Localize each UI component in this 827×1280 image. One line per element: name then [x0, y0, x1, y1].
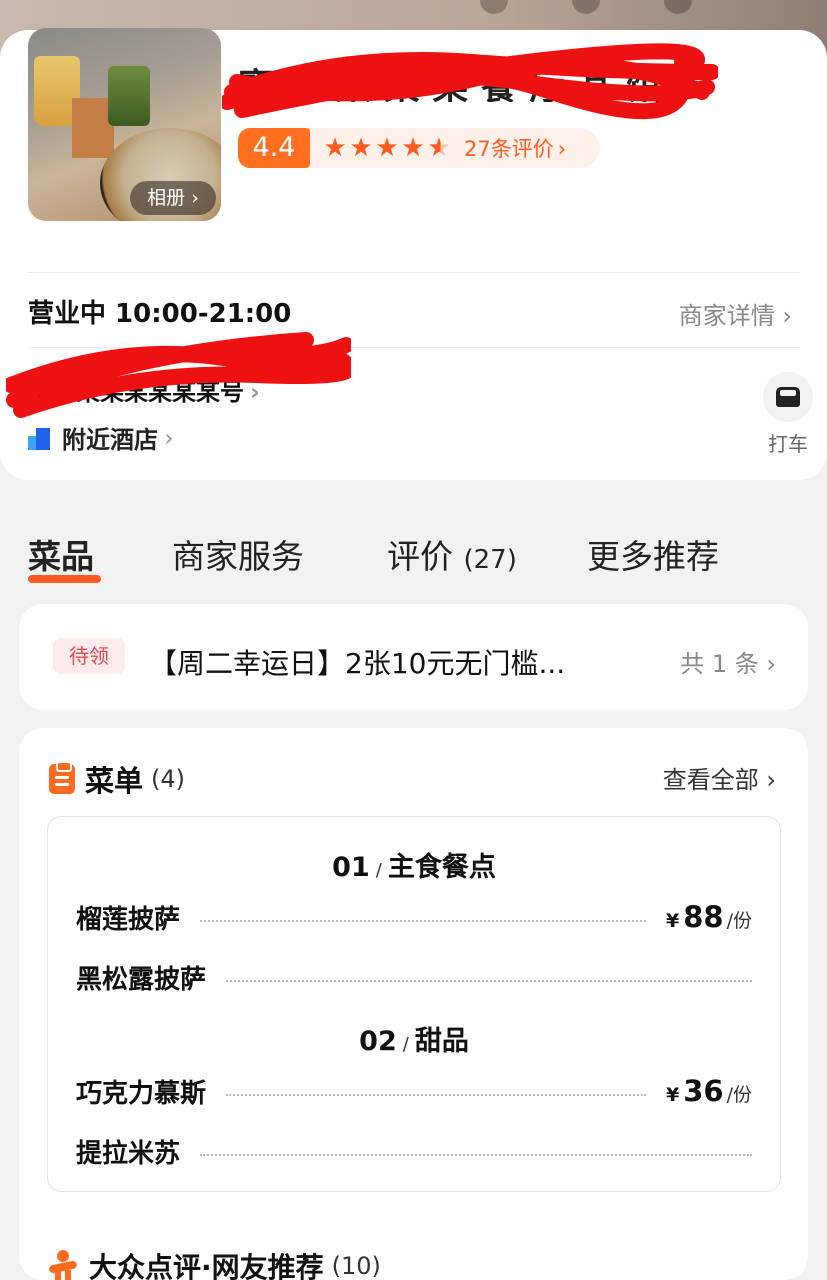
- dish-price: ¥36/份: [666, 1074, 752, 1108]
- dish-price: ¥88/份: [666, 900, 752, 934]
- tab-dishes[interactable]: 菜品: [28, 530, 94, 578]
- star-rating: ★ ★ ★ ★ ★: [322, 128, 452, 168]
- coupon-tag: 待领: [53, 638, 125, 674]
- dotted-leader: [226, 1094, 646, 1096]
- dotted-leader: [200, 1154, 752, 1156]
- price-value: 88: [683, 900, 724, 934]
- star-icon: ★: [323, 133, 347, 163]
- rating-row[interactable]: 4.4 ★ ★ ★ ★ ★ 27条评价 ›: [238, 128, 600, 168]
- coupon-banner[interactable]: 待领 【周二幸运日】2张10元无门槛... 共 1 条 ›: [19, 604, 808, 710]
- menu-list[interactable]: 01/主食餐点 榴莲披萨 ¥88/份 黑松露披萨 02/甜品 巧克力慕斯 ¥36…: [47, 816, 781, 1192]
- review-count-text: 27条评价: [464, 137, 554, 161]
- taxi-label: 打车: [768, 432, 808, 456]
- coupon-total-link[interactable]: 共 1 条 ›: [680, 644, 776, 679]
- photo-drink: [108, 66, 150, 126]
- coupon-total-label: 共 1 条: [680, 650, 759, 678]
- price-unit: /份: [726, 910, 752, 932]
- slash-divider: /: [402, 1034, 409, 1055]
- dish-row[interactable]: 榴莲披萨 ¥88/份: [76, 899, 752, 935]
- chevron-right-icon: ›: [557, 137, 567, 161]
- half-star-icon: ★: [426, 128, 452, 168]
- chevron-right-icon: ›: [758, 766, 776, 794]
- star-icon: ★: [375, 133, 399, 163]
- top-icon: [480, 0, 508, 14]
- review-count-link[interactable]: 27条评价 ›: [464, 133, 566, 163]
- price-currency: ¥: [666, 1084, 680, 1106]
- tab-bar: 菜品 商家服务 评价 (27) 更多推荐: [0, 530, 827, 590]
- recommendations-header[interactable]: 大众点评·网友推荐 (10): [47, 1246, 381, 1280]
- nearby-hotels-link[interactable]: 附近酒店 ›: [28, 420, 174, 455]
- nearby-hotels-label: 附近酒店: [62, 426, 158, 454]
- view-all-label: 查看全部: [662, 766, 759, 794]
- rating-score: 4.4: [238, 128, 310, 168]
- merchant-details-label: 商家详情: [678, 302, 775, 330]
- section-number: 02: [359, 1026, 397, 1057]
- business-hours: 营业中 10:00-21:00: [28, 299, 292, 329]
- price-currency: ¥: [666, 910, 680, 932]
- recommendations-title: 大众点评·网友推荐: [89, 1251, 324, 1280]
- car-icon: [763, 372, 813, 422]
- dish-row[interactable]: 黑松露披萨: [76, 959, 752, 995]
- clipboard-icon: [49, 761, 75, 794]
- star-icon: ★: [349, 133, 373, 163]
- chevron-right-icon: ›: [185, 187, 199, 209]
- dish-name: 黑松露披萨: [76, 964, 207, 995]
- tab-merchant-services[interactable]: 商家服务: [172, 530, 304, 578]
- menu-section-heading: 02/甜品: [48, 1019, 780, 1058]
- price-value: 36: [683, 1074, 724, 1108]
- menu-title: 菜单: [85, 764, 144, 798]
- menu-card: 菜单 (4) 查看全部 › 01/主食餐点 榴莲披萨 ¥88/份 黑松露披萨 0…: [19, 728, 808, 1280]
- taxi-button[interactable]: 打车: [762, 372, 814, 457]
- chevron-right-icon: ›: [164, 423, 174, 452]
- dish-name: 巧克力慕斯: [76, 1078, 207, 1109]
- coupon-text: 【周二幸运日】2张10元无门槛...: [149, 647, 566, 680]
- top-icon: [664, 0, 692, 14]
- active-tab-indicator: [28, 575, 101, 583]
- section-name: 主食餐点: [387, 852, 496, 883]
- divider: [28, 272, 800, 273]
- redaction-scribble: [222, 43, 718, 120]
- tab-label: 更多推荐: [587, 537, 719, 576]
- view-all-link[interactable]: 查看全部 ›: [663, 760, 776, 795]
- merchant-details-link[interactable]: 商家详情 ›: [679, 296, 792, 331]
- chevron-right-icon: ›: [774, 302, 792, 330]
- tab-label: 商家服务: [172, 537, 304, 576]
- menu-count: (4): [151, 765, 186, 793]
- top-icon: [572, 0, 600, 14]
- tab-count: (27): [463, 545, 517, 575]
- price-unit: /份: [726, 1084, 752, 1106]
- tab-label: 菜品: [28, 537, 94, 576]
- menu-section-heading: 01/主食餐点: [48, 845, 780, 884]
- chevron-right-icon: ›: [758, 650, 776, 678]
- slash-divider: /: [375, 860, 382, 881]
- redaction-scribble: [6, 332, 351, 418]
- recommendations-count: (10): [331, 1252, 381, 1280]
- album-label: 相册: [147, 187, 186, 209]
- dish-row[interactable]: 提拉米苏: [76, 1133, 752, 1169]
- dianping-logo-icon: [47, 1250, 79, 1280]
- dotted-leader: [200, 920, 646, 922]
- tab-label: 评价: [387, 537, 453, 576]
- hotel-icon: [28, 426, 52, 450]
- menu-header: 菜单 (4): [49, 758, 185, 800]
- section-name: 甜品: [414, 1026, 469, 1057]
- tab-more-recommendations[interactable]: 更多推荐: [587, 530, 719, 578]
- section-number: 01: [332, 852, 370, 883]
- album-button[interactable]: 相册 ›: [130, 181, 216, 215]
- tab-reviews[interactable]: 评价 (27): [387, 530, 517, 578]
- dish-name: 榴莲披萨: [76, 904, 181, 935]
- dish-name: 提拉米苏: [76, 1138, 181, 1169]
- star-icon: ★: [401, 133, 425, 163]
- dish-row[interactable]: 巧克力慕斯 ¥36/份: [76, 1073, 752, 1109]
- dotted-leader: [226, 980, 752, 982]
